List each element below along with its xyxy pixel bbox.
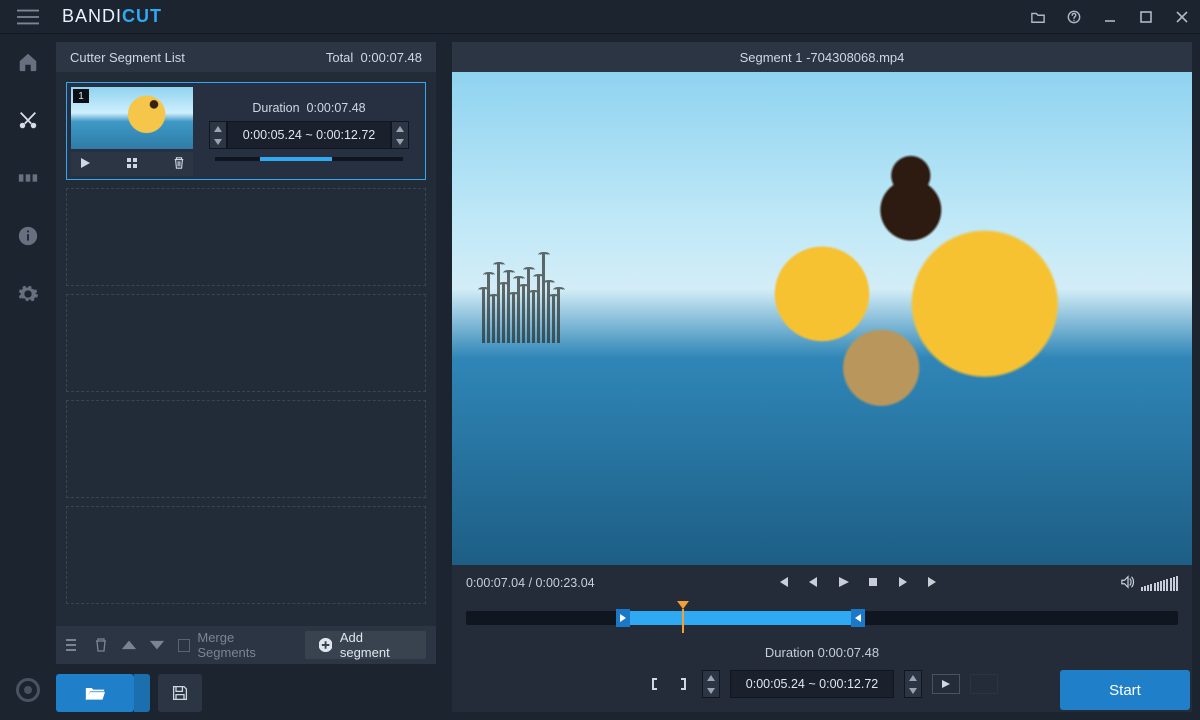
list-menu-icon[interactable]	[66, 638, 80, 652]
rail-info-icon[interactable]	[12, 220, 44, 252]
segment-duration-label: Duration 0:00:07.48	[252, 101, 365, 115]
segment-end-stepper[interactable]	[391, 121, 409, 149]
preview-title: Segment 1 - 704308068.mp4	[452, 42, 1192, 72]
video-preview[interactable]	[452, 72, 1192, 565]
mark-in-icon[interactable]	[646, 675, 664, 693]
preview-start-stepper[interactable]	[702, 670, 720, 698]
segment-delete-icon[interactable]	[173, 157, 185, 172]
save-file-button[interactable]	[158, 674, 202, 712]
add-segment-button[interactable]: Add segment	[305, 631, 426, 659]
folder-icon[interactable]	[1020, 0, 1056, 34]
segment-mini-timeline[interactable]	[215, 157, 403, 161]
preview-panel: Segment 1 - 704308068.mp4 0:00:07.04 / 0…	[444, 34, 1200, 720]
segment-list-title: Cutter Segment List	[70, 50, 185, 65]
start-button[interactable]: Start	[1060, 670, 1190, 710]
open-file-button[interactable]	[56, 674, 134, 712]
segment-grid-icon[interactable]	[126, 157, 138, 172]
play-icon[interactable]	[836, 575, 850, 592]
help-icon[interactable]	[1056, 0, 1092, 34]
preview-range-value: 0:00:05.24 ~ 0:00:12.72	[730, 670, 894, 698]
preview-duration-label: Duration 0:00:07.48	[765, 645, 879, 660]
segment-card[interactable]: 1 Duration 0:00:07.48	[66, 82, 426, 180]
app-brand: BANDICUT	[62, 6, 162, 27]
selection-timeline[interactable]	[452, 601, 1192, 635]
seek-end-icon[interactable]	[926, 575, 940, 592]
close-icon[interactable]	[1164, 0, 1200, 34]
maximize-icon[interactable]	[1128, 0, 1164, 34]
volume-slider[interactable]	[1141, 576, 1178, 591]
segment-index-badge: 1	[73, 89, 89, 103]
segment-empty-slot	[66, 400, 426, 498]
segment-play-icon[interactable]	[79, 157, 91, 172]
rail-cut-icon[interactable]	[12, 104, 44, 136]
stop-icon[interactable]	[866, 575, 880, 592]
play-selection-button[interactable]	[932, 674, 960, 694]
list-delete-icon[interactable]	[94, 638, 108, 652]
titlebar: BANDICUT	[0, 0, 1200, 34]
loop-selection-button[interactable]	[970, 674, 998, 694]
rail-home-icon[interactable]	[12, 46, 44, 78]
segment-start-stepper[interactable]	[209, 121, 227, 149]
segment-empty-slot	[66, 188, 426, 286]
segment-thumbnail[interactable]: 1	[71, 87, 193, 149]
segment-empty-slot	[66, 294, 426, 392]
segment-range-value: 0:00:05.24 ~ 0:00:12.72	[227, 121, 391, 149]
move-up-icon[interactable]	[122, 638, 136, 652]
volume-icon[interactable]	[1121, 575, 1135, 592]
seek-start-icon[interactable]	[776, 575, 790, 592]
rail-settings-icon[interactable]	[12, 278, 44, 310]
menu-button[interactable]	[0, 0, 56, 34]
mark-out-icon[interactable]	[674, 675, 692, 693]
transport-bar: 0:00:07.04 / 0:00:23.04	[452, 565, 1192, 601]
preview-end-stepper[interactable]	[904, 670, 922, 698]
playhead-time: 0:00:07.04 / 0:00:23.04	[466, 576, 595, 590]
rail-record-icon[interactable]	[16, 678, 40, 702]
segment-list-header: Cutter Segment List Total 0:00:07.48	[56, 42, 436, 72]
minimize-icon[interactable]	[1092, 0, 1128, 34]
move-down-icon[interactable]	[150, 638, 164, 652]
step-forward-icon[interactable]	[896, 575, 910, 592]
side-rail	[0, 34, 56, 720]
segment-empty-slot	[66, 506, 426, 604]
merge-segments-checkbox[interactable]: Merge Segments	[178, 630, 291, 660]
segment-panel: Cutter Segment List Total 0:00:07.48 1	[56, 34, 444, 720]
segment-list-footer: Merge Segments Add segment	[56, 626, 436, 664]
rail-join-icon[interactable]	[12, 162, 44, 194]
file-bar	[56, 664, 436, 712]
step-back-icon[interactable]	[806, 575, 820, 592]
